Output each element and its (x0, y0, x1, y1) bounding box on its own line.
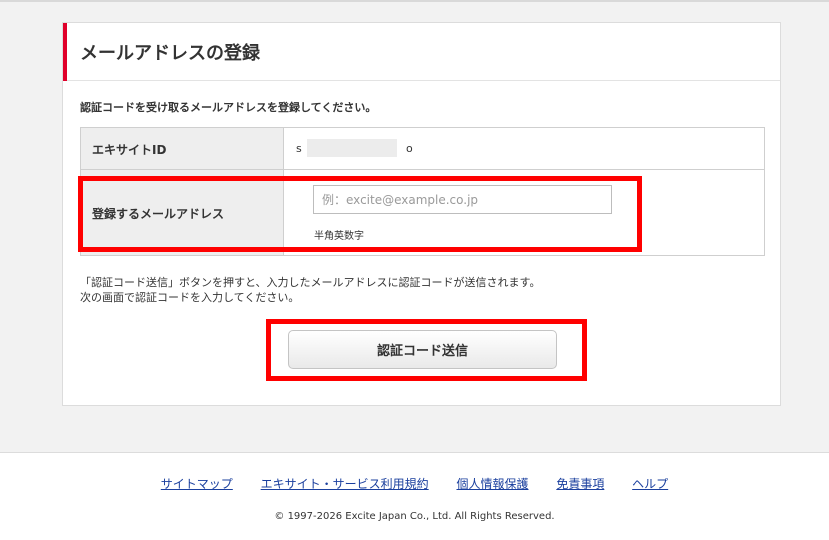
title-accent-bar (63, 23, 67, 81)
footer: サイトマップ エキサイト・サービス利用規約 個人情報保護 免責事項 ヘルプ © … (0, 452, 829, 540)
intro-text: 認証コードを受け取るメールアドレスを登録してください。 (80, 101, 377, 114)
registration-card: メールアドレスの登録 認証コードを受け取るメールアドレスを登録してください。 エ… (62, 22, 781, 406)
form-table: エキサイトID s o 登録するメールアドレス 半角英数字 (80, 127, 765, 256)
notice-text: 「認証コード送信」ボタンを押すと、入力したメールアドレスに認証コードが送信されま… (80, 275, 540, 305)
email-hint: 半角英数字 (314, 231, 364, 242)
page-title: メールアドレスの登録 (80, 43, 260, 64)
user-id-label: エキサイトID (92, 143, 167, 157)
footer-link-disclaimer[interactable]: 免責事項 (556, 477, 604, 491)
send-code-button[interactable]: 認証コード送信 (288, 330, 557, 369)
user-id-value-end: o (406, 142, 413, 155)
notice-line-2: 次の画面で認証コードを入力してください。 (80, 291, 300, 304)
footer-link-help[interactable]: ヘルプ (632, 477, 668, 491)
footer-link-privacy[interactable]: 個人情報保護 (456, 477, 528, 491)
email-label-cell: 登録するメールアドレス (81, 170, 284, 255)
email-label: 登録するメールアドレス (92, 207, 225, 221)
copyright: © 1997-2026 Excite Japan Co., Ltd. All R… (274, 511, 555, 522)
top-divider (0, 0, 829, 2)
user-id-redaction (307, 139, 397, 157)
email-row: 登録するメールアドレス 半角英数字 (81, 170, 764, 255)
user-id-row: エキサイトID s o (81, 128, 764, 170)
footer-link-terms[interactable]: エキサイト・サービス利用規約 (261, 477, 429, 491)
footer-links: サイトマップ エキサイト・サービス利用規約 個人情報保護 免責事項 ヘルプ (0, 475, 829, 492)
notice-line-1: 「認証コード送信」ボタンを押すと、入力したメールアドレスに認証コードが送信されま… (80, 276, 541, 289)
user-id-label-cell: エキサイトID (81, 128, 284, 169)
user-id-value-start: s (296, 142, 302, 155)
card-header: メールアドレスの登録 (63, 23, 780, 81)
email-input[interactable] (313, 185, 612, 214)
footer-link-sitemap[interactable]: サイトマップ (161, 477, 233, 491)
